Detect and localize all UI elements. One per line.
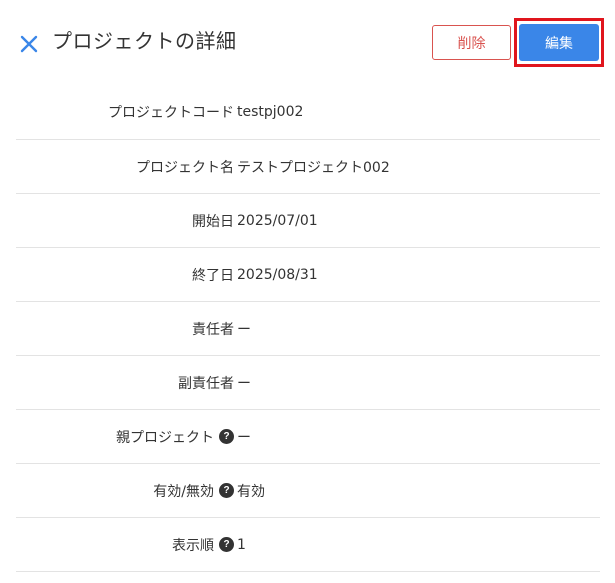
field-value: ー <box>237 321 251 338</box>
field-value: 有効 <box>237 483 265 500</box>
field-label: 表示順 ? <box>172 518 234 571</box>
detail-row-start-date: 開始日 2025/07/01 <box>16 194 600 248</box>
field-label: 終了日 <box>192 267 234 284</box>
field-value: ー <box>237 375 251 392</box>
field-value: テストプロジェクト002 <box>237 159 390 176</box>
detail-list: プロジェクトコード testpj002 プロジェクト名 テストプロジェクト002… <box>16 85 600 572</box>
field-label: 副責任者 <box>178 375 234 392</box>
field-value: testpj002 <box>237 104 304 120</box>
field-label: 責任者 <box>192 321 234 338</box>
detail-row-display-order: 表示順 ? 1 <box>16 518 600 572</box>
edit-button[interactable]: 編集 <box>519 24 599 61</box>
help-icon[interactable]: ? <box>219 537 234 552</box>
field-value: 2025/08/31 <box>237 266 318 283</box>
field-label: プロジェクトコード <box>108 105 234 121</box>
field-label: 有効/無効 ? <box>153 464 234 517</box>
field-label: プロジェクト名 <box>136 159 234 176</box>
field-label: 開始日 <box>192 213 234 230</box>
detail-row-owner: 責任者 ー <box>16 302 600 356</box>
detail-row-enabled: 有効/無効 ? 有効 <box>16 464 600 518</box>
field-value: 2025/07/01 <box>237 212 318 229</box>
help-icon[interactable]: ? <box>219 429 234 444</box>
detail-row-project-code: プロジェクトコード testpj002 <box>16 85 600 140</box>
delete-button[interactable]: 削除 <box>432 25 511 60</box>
detail-row-project-name: プロジェクト名 テストプロジェクト002 <box>16 140 600 194</box>
field-value: 1 <box>237 536 246 553</box>
page-title: プロジェクトの詳細 <box>52 29 237 53</box>
detail-row-parent-project: 親プロジェクト ? ー <box>16 410 600 464</box>
close-icon[interactable] <box>19 34 39 54</box>
field-value: ー <box>237 429 251 446</box>
help-icon[interactable]: ? <box>219 483 234 498</box>
detail-row-end-date: 終了日 2025/08/31 <box>16 248 600 302</box>
detail-row-sub-owner: 副責任者 ー <box>16 356 600 410</box>
field-label: 親プロジェクト ? <box>116 410 234 463</box>
page-header: プロジェクトの詳細 削除 編集 <box>0 0 615 85</box>
